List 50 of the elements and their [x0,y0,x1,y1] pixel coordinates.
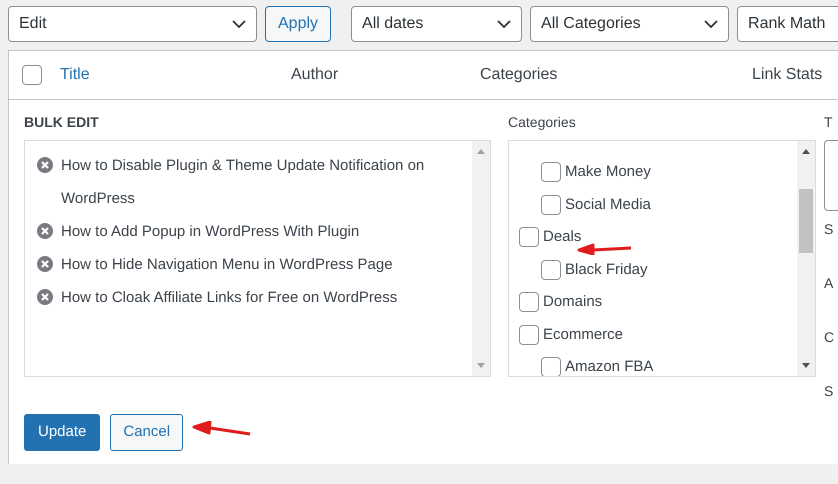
category-checkbox[interactable] [519,292,539,312]
cancel-button[interactable]: Cancel [110,414,184,451]
category-checkbox[interactable] [541,357,561,376]
field-label: S [824,382,834,401]
select-all-checkbox[interactable] [22,65,42,85]
category-filter-select[interactable]: All Categories [530,6,730,42]
category-checkbox[interactable] [541,162,561,182]
bulk-action-select[interactable]: Edit [8,6,257,42]
update-button[interactable]: Update [24,414,100,451]
category-checkbox[interactable] [541,194,561,215]
category-label: Black Friday [565,260,648,280]
category-checkbox[interactable] [541,260,561,280]
seo-filter-select[interactable]: Rank Math [737,6,838,42]
annotation-arrow [577,243,633,255]
remove-icon[interactable] [37,256,53,272]
category-checkbox[interactable] [519,324,539,345]
remove-icon[interactable] [37,223,53,239]
category-label: Domains [543,292,602,312]
category-label: Ecommerce [543,324,624,344]
category-label: Amazon FBA [565,357,654,376]
caret-icon [497,20,512,28]
scrollbar[interactable] [797,141,815,376]
category-label: Make Money [565,162,651,182]
scroll-up-icon[interactable] [802,149,810,154]
field-label: A [824,274,834,293]
scroll-down-icon[interactable] [802,363,810,368]
remove-icon[interactable] [37,289,53,305]
field-label: T [824,113,833,132]
category-label: Social Media [565,194,651,214]
field-label: Categories [508,113,576,132]
column-header: Categories [480,65,558,85]
column-header: Link Stats [752,65,824,85]
column-header: Author [291,65,340,85]
remove-icon[interactable] [37,157,53,173]
caret-icon [232,20,246,28]
post-title: How to Cloak Affiliate Links for Free on WordPress [61,288,398,308]
post-title: How to Add Popup in WordPress With Plugin [61,222,360,242]
post-title: How to Disable Plugin & Theme Update Notification on WordPress [61,156,426,209]
field-label: S [824,220,834,239]
scrollbar-thumb[interactable] [799,189,813,253]
field-label: C [824,328,836,347]
date-filter-select[interactable]: All dates [351,6,522,42]
category-checkbox[interactable] [519,227,539,248]
apply-button[interactable]: Apply [265,6,332,42]
annotation-arrow [192,421,252,437]
post-title: How to Hide Navigation Menu in WordPress Page [61,255,393,275]
section-heading: BULK EDIT [24,113,99,132]
category-label: Deals [543,227,582,247]
column-sort-link[interactable]: Title [60,63,291,87]
caret-icon [704,20,718,28]
